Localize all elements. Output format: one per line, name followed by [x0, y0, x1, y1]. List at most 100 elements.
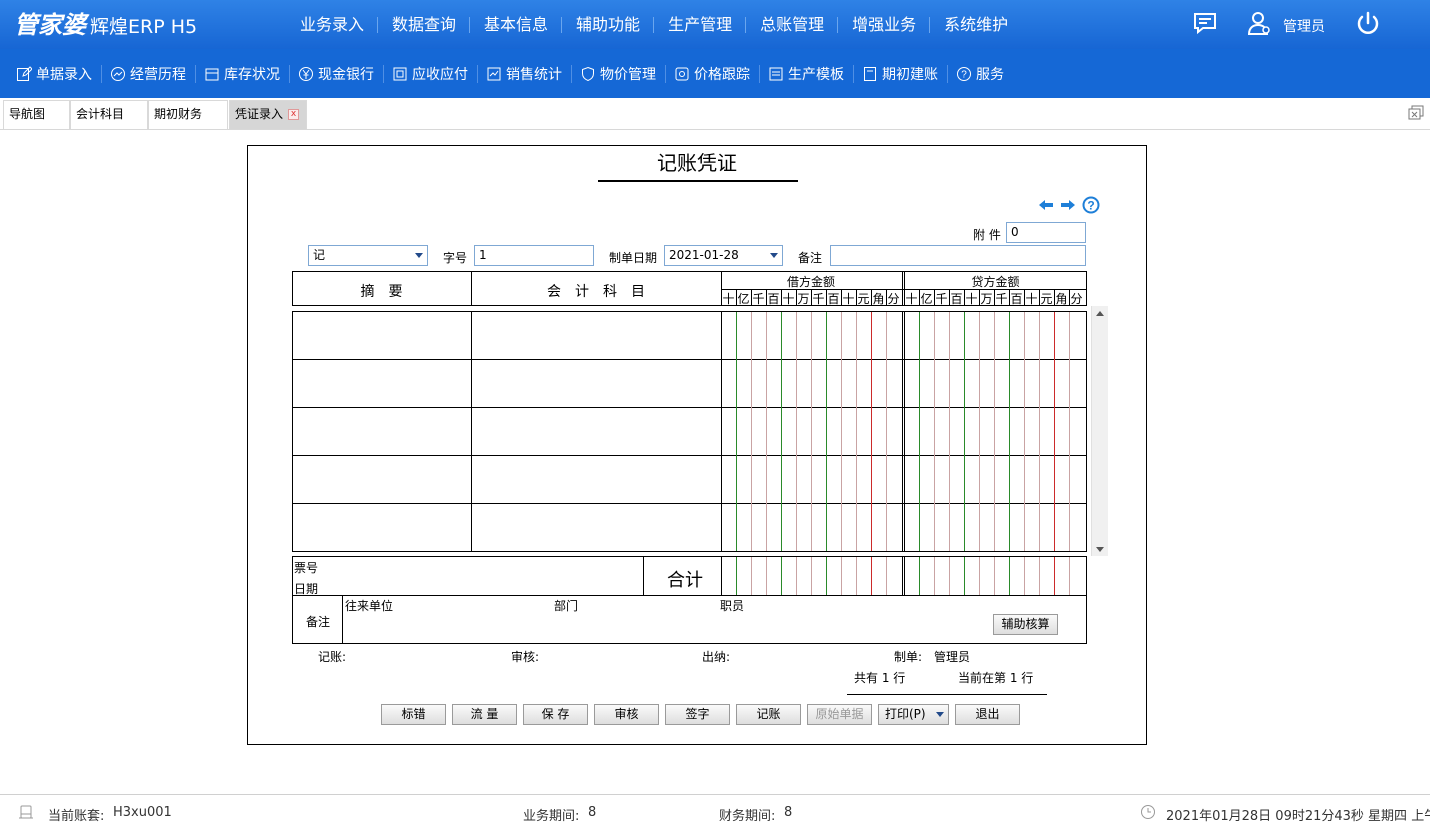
datetime: 2021年01月28日 09时21分43秒 星期四 上午	[1166, 809, 1430, 824]
summary-cell[interactable]	[293, 456, 471, 503]
scroll-up-icon[interactable]	[1096, 311, 1104, 316]
scroll-down-icon[interactable]	[1096, 547, 1104, 552]
voucher-grid: 摘 要会 计 科 目借方金额 贷方金额十亿千百十万千百十元角分十亿千百十万千百十元…	[292, 271, 1087, 552]
account-label: 当前账套:	[48, 809, 105, 824]
main-menu: 业务录入 数据查询 基本信息 辅助功能 生产管理 总账管理 增强业务 系统维护	[286, 0, 1022, 49]
date-label: 制单日期	[609, 251, 658, 265]
original-doc-button[interactable]: 原始单据	[807, 704, 872, 725]
total-rows: 共有 1 行	[854, 671, 906, 685]
subnav-service[interactable]: ? 服务	[948, 65, 1013, 83]
amount-column-line	[811, 557, 812, 595]
subnav-cash-bank[interactable]: 现金银行	[290, 64, 384, 83]
amount-column-line	[811, 312, 812, 551]
amount-column-line	[781, 312, 782, 551]
exit-button[interactable]: 退出	[955, 704, 1020, 725]
user-name[interactable]: 管理员	[1283, 16, 1325, 36]
amount-column-line	[766, 557, 767, 595]
subnav-price-management[interactable]: 物价管理	[572, 64, 666, 83]
audit-button[interactable]: 审核	[594, 704, 659, 725]
post-button[interactable]: 记账	[736, 704, 801, 725]
col-summary-header: 摘 要	[360, 284, 403, 300]
amount-column-line	[886, 557, 887, 595]
menu-item-production[interactable]: 生产管理	[654, 0, 747, 49]
account-cell[interactable]	[472, 456, 721, 503]
database-icon	[19, 805, 33, 819]
menu-item-system[interactable]: 系统维护	[930, 0, 1022, 49]
subnav-opening-setup[interactable]: 期初建账	[854, 64, 948, 83]
tab-navigation[interactable]: 导航图	[3, 100, 70, 129]
subnav-price-tracking[interactable]: 价格跟踪	[666, 64, 760, 83]
number-input[interactable]: 1	[474, 245, 594, 266]
cash-flow-button[interactable]: 流 量	[452, 704, 517, 725]
amount-column-line	[949, 312, 950, 551]
amount-column-line	[1024, 312, 1025, 551]
digit-header: 百	[767, 292, 780, 306]
cashier-label: 出纳:	[702, 650, 731, 664]
menu-item-general-ledger[interactable]: 总账管理	[746, 0, 839, 49]
attachment-input[interactable]: 0	[1006, 222, 1086, 243]
summary-cell[interactable]	[293, 504, 471, 551]
note-divider	[342, 595, 343, 644]
record-nav: ?	[1038, 196, 1100, 214]
help-icon[interactable]: ?	[1082, 196, 1100, 214]
totals-block: 票号 日期 合计 备注 往来单位 部门 职员 辅助核算	[292, 556, 1087, 646]
digit-header: 分	[887, 292, 900, 306]
subnav-receivables[interactable]: 应收应付	[384, 64, 478, 83]
date-picker[interactable]: 2021-01-28	[664, 245, 783, 266]
menu-item-aux-functions[interactable]: 辅助功能	[562, 0, 655, 49]
amount-column-line	[841, 312, 842, 551]
sign-button[interactable]: 签字	[665, 704, 730, 725]
amount-column-line	[994, 312, 995, 551]
attachment-label: 附 件	[973, 228, 1001, 242]
digit-header: 十	[905, 292, 918, 306]
tab-close-icon[interactable]: x	[288, 109, 300, 120]
account-cell[interactable]	[472, 360, 721, 407]
digit-header: 角	[1055, 292, 1068, 306]
menu-item-data-query[interactable]: 数据查询	[378, 0, 471, 49]
subnav-business-history[interactable]: 经营历程	[102, 64, 196, 83]
digit-header: 万	[980, 292, 993, 306]
menu-item-enhanced[interactable]: 增强业务	[838, 0, 931, 49]
amount-column-line	[751, 312, 752, 551]
mark-error-button[interactable]: 标错	[381, 704, 446, 725]
subnav-sales-stats[interactable]: 销售统计	[478, 64, 572, 83]
menu-item-basic-info[interactable]: 基本信息	[470, 0, 563, 49]
restore-window-icon[interactable]	[1407, 104, 1425, 122]
voucher-type-select[interactable]: 记	[308, 245, 428, 266]
row-info-underline	[847, 694, 1047, 695]
amount-column-line	[1009, 557, 1010, 595]
account-cell[interactable]	[472, 408, 721, 455]
print-button[interactable]: 打印(P)	[878, 704, 949, 725]
arrow-left-icon[interactable]	[1038, 198, 1054, 212]
remark-input[interactable]	[830, 245, 1086, 266]
message-icon[interactable]	[1192, 10, 1218, 36]
menu-item-business-entry[interactable]: 业务录入	[286, 0, 379, 49]
tab-voucher-entry[interactable]: 凭证录入 x	[229, 100, 307, 129]
digit-header: 百	[827, 292, 840, 306]
digit-header: 元	[1040, 292, 1053, 306]
account-cell[interactable]	[472, 504, 721, 551]
power-icon[interactable]	[1354, 10, 1382, 38]
book-icon	[864, 66, 876, 81]
user-icon[interactable]	[1246, 10, 1272, 36]
voucher-panel: 记账凭证 ? 附 件 0 记 字号 1 制单日期 2021-01-28 备注 摘…	[247, 145, 1147, 745]
body-divider	[904, 311, 905, 551]
digit-header: 千	[935, 292, 948, 306]
subnav-inventory[interactable]: 库存状况	[196, 64, 290, 83]
tab-opening-finance[interactable]: 期初财务	[148, 100, 228, 129]
summary-cell[interactable]	[293, 360, 471, 407]
subnav-production-template[interactable]: 生产模板	[760, 64, 854, 83]
chart-icon	[487, 67, 501, 80]
chevron-down-icon[interactable]	[936, 712, 944, 717]
auditor-label: 审核:	[511, 650, 540, 664]
summary-cell[interactable]	[293, 312, 471, 359]
account-cell[interactable]	[472, 312, 721, 359]
grid-scrollbar[interactable]	[1091, 306, 1108, 556]
summary-cell[interactable]	[293, 408, 471, 455]
arrow-right-icon[interactable]	[1060, 198, 1076, 212]
trend-icon	[111, 66, 125, 81]
tab-accounts[interactable]: 会计科目	[70, 100, 148, 129]
subnav-document-entry[interactable]: 单据录入	[8, 64, 102, 83]
save-button[interactable]: 保 存	[523, 704, 588, 725]
amount-column-line	[949, 557, 950, 595]
